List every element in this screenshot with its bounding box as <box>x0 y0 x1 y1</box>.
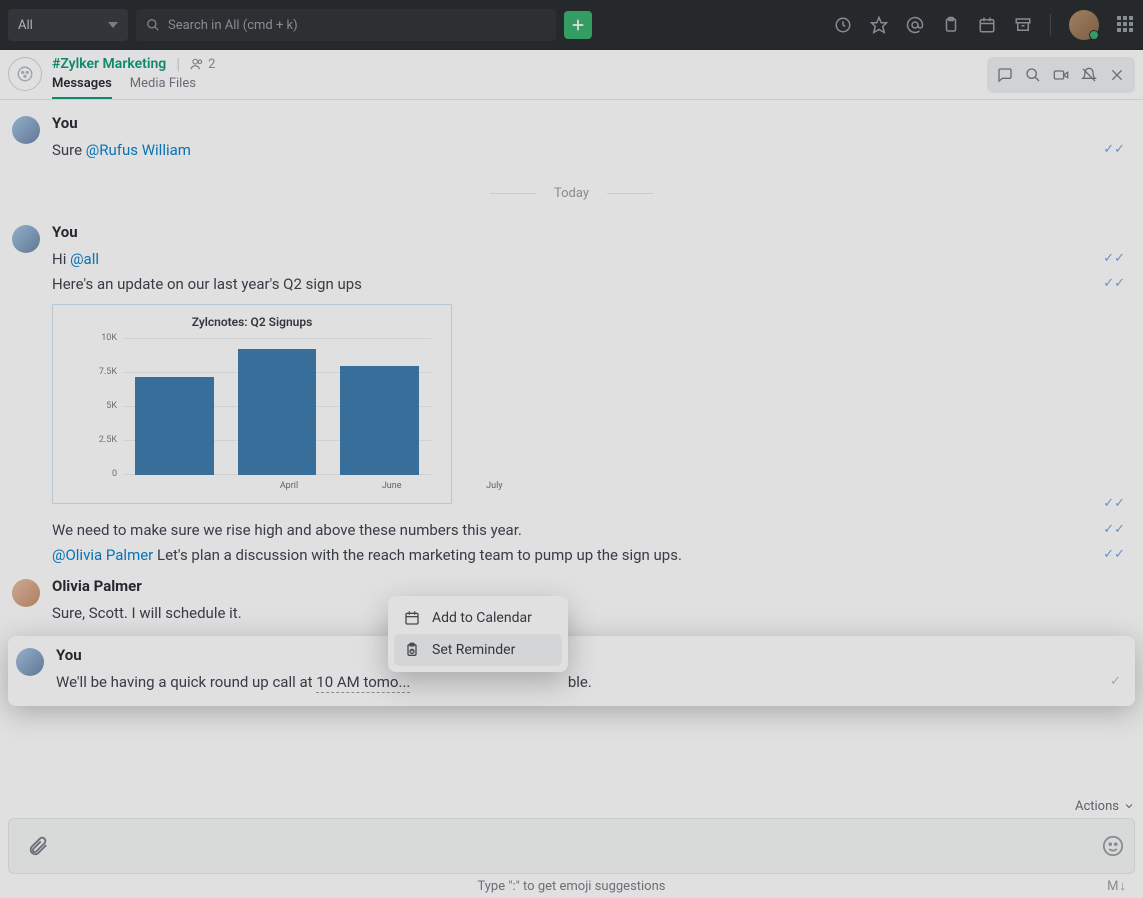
chart-plot: 0 2.5K 5K 7.5K 10K April June July <box>123 339 431 475</box>
mention[interactable]: @all <box>70 250 99 268</box>
message-line: Sure @Rufus William ✓✓ <box>52 138 1131 164</box>
scope-label: All <box>18 18 33 33</box>
top-bar: All Search in All (cmd + k) <box>0 0 1143 50</box>
avatar <box>12 225 40 253</box>
avatar <box>12 579 40 607</box>
apps-grid-icon[interactable] <box>1117 16 1135 34</box>
search-placeholder: Search in All (cmd + k) <box>168 18 298 33</box>
tab-media-files[interactable]: Media Files <box>130 76 196 99</box>
message-line: @Olivia Palmer Let's plan a discussion w… <box>52 543 1131 569</box>
avatar <box>12 116 40 144</box>
plus-icon <box>571 18 585 32</box>
composer-input[interactable] <box>67 838 1092 854</box>
calendar-icon[interactable] <box>978 16 996 34</box>
message-line: Sure, Scott. I will schedule it. <box>52 601 1131 627</box>
tab-messages[interactable]: Messages <box>52 76 112 99</box>
avatar <box>16 648 44 676</box>
mention[interactable]: @Olivia Palmer <box>52 546 153 564</box>
mute-icon[interactable] <box>1075 61 1103 89</box>
channel-status-icon[interactable] <box>8 57 42 91</box>
chevron-down-icon <box>108 22 118 28</box>
message-line: We need to make sure we rise high and ab… <box>52 518 1131 544</box>
date-divider: Today <box>8 186 1135 201</box>
mentions-icon[interactable] <box>906 16 924 34</box>
channel-name[interactable]: #Zylker Marketing <box>52 57 166 71</box>
sender-name: You <box>52 114 1131 132</box>
paperclip-icon <box>27 835 49 857</box>
message-highlighted: You We'll be having a quick round up cal… <box>8 636 1135 706</box>
clipboard-icon[interactable] <box>942 16 960 34</box>
close-icon[interactable] <box>1103 61 1131 89</box>
attach-button[interactable] <box>19 818 57 874</box>
history-icon[interactable] <box>834 16 852 34</box>
messages-pane: You Sure @Rufus William ✓✓ Today You Hi … <box>0 100 1143 794</box>
time-entity[interactable]: 10 AM tomo... <box>316 673 410 693</box>
mention[interactable]: @Rufus William <box>86 141 191 159</box>
topbar-right <box>834 10 1135 40</box>
popup-add-calendar[interactable]: Add to Calendar <box>394 602 562 634</box>
actions-toggle[interactable]: Actions <box>8 794 1135 818</box>
new-button[interactable] <box>564 11 592 39</box>
read-receipt-icon: ✓✓ <box>1103 493 1125 515</box>
separator <box>1050 14 1051 36</box>
search-icon <box>146 18 160 32</box>
message-line: We'll be having a quick round up call at… <box>56 670 1127 696</box>
chat-icon[interactable] <box>991 61 1019 89</box>
smart-action-popup: Add to Calendar Set Reminder <box>388 596 568 672</box>
channel-header: #Zylker Marketing | 2 Messages Media Fil… <box>0 50 1143 100</box>
message-composer[interactable] <box>8 818 1135 874</box>
channel-actions <box>987 57 1135 93</box>
smiley-icon <box>1102 835 1124 857</box>
chevron-down-icon <box>1123 800 1135 812</box>
scope-select[interactable]: All <box>8 9 128 41</box>
search-input[interactable]: Search in All (cmd + k) <box>136 9 556 41</box>
separator: | <box>176 56 180 72</box>
user-avatar[interactable] <box>1069 10 1099 40</box>
chart-title: Zylcnotes: Q2 Signups <box>53 315 451 329</box>
read-receipt-icon: ✓✓ <box>1103 139 1125 161</box>
people-icon <box>190 57 204 71</box>
message: You Sure @Rufus William ✓✓ <box>8 110 1135 168</box>
read-receipt-icon: ✓✓ <box>1103 273 1125 295</box>
calendar-icon <box>404 610 420 626</box>
search-in-chat-icon[interactable] <box>1019 61 1047 89</box>
message: You Hi @all ✓✓ Here's an update on our l… <box>8 219 1135 573</box>
sent-receipt-icon: ✓ <box>1110 671 1121 693</box>
star-icon[interactable] <box>870 16 888 34</box>
read-receipt-icon: ✓✓ <box>1103 544 1125 566</box>
bar: June <box>238 349 317 474</box>
message-line: Hi @all ✓✓ <box>52 247 1131 273</box>
archive-icon[interactable] <box>1014 16 1032 34</box>
message-line: Here's an update on our last year's Q2 s… <box>52 272 1131 298</box>
message: Olivia Palmer Sure, Scott. I will schedu… <box>8 573 1135 631</box>
sender-name: You <box>52 223 1131 241</box>
sender-name: You <box>56 646 1127 664</box>
emoji-hint: Type ":" to get emoji suggestions <box>477 879 665 894</box>
chart-attachment[interactable]: Zylcnotes: Q2 Signups 0 2.5K 5K 7.5K 10K… <box>52 304 452 504</box>
emoji-button[interactable] <box>1102 835 1124 857</box>
bar: July <box>340 366 419 475</box>
read-receipt-icon: ✓✓ <box>1103 248 1125 270</box>
sender-name: Olivia Palmer <box>52 577 1131 595</box>
reminder-icon <box>404 642 420 658</box>
popup-set-reminder[interactable]: Set Reminder <box>394 634 562 666</box>
read-receipt-icon: ✓✓ <box>1103 519 1125 541</box>
markdown-toggle[interactable]: M↓ <box>1107 878 1127 894</box>
bar: April <box>135 377 214 475</box>
composer-area: Actions Type ":" to get emoji suggestion… <box>0 794 1143 898</box>
member-count[interactable]: 2 <box>190 57 215 71</box>
video-icon[interactable] <box>1047 61 1075 89</box>
